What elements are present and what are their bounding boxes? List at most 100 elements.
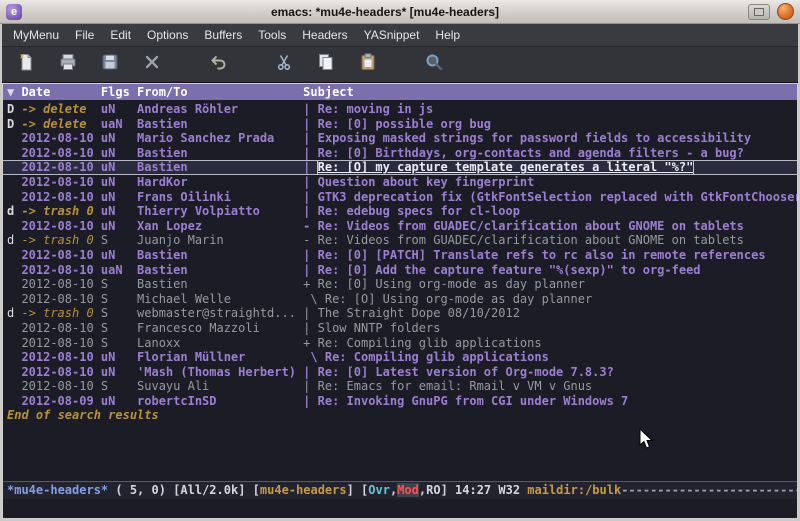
date-cell: 2012-08-10 <box>21 379 100 394</box>
flags-cell: uN <box>101 190 137 205</box>
from-cell: webmaster@straightd... <box>137 306 303 321</box>
date-cell: 2012-08-10 <box>21 146 100 161</box>
modeline-segment: ( 5, 0) [All/2.0k] <box>108 483 253 497</box>
flags-cell: uN <box>101 350 137 365</box>
mark-cell <box>7 292 21 307</box>
subject-cell: Re: edebug specs for cl-loop <box>318 204 520 219</box>
mark-cell: d <box>7 204 21 219</box>
message-row[interactable]: d-> trash 0uNThierry Volpiatto| Re: edeb… <box>3 204 797 219</box>
from-cell: Suvayu Ali <box>137 379 303 394</box>
thread-indicator: | <box>303 117 317 132</box>
subject-cell: Re: moving in js <box>318 102 434 117</box>
print-button[interactable] <box>52 51 84 79</box>
message-row[interactable]: 2012-08-10uNFrans Oilinki| GTK3 deprecat… <box>3 190 797 205</box>
flags-cell: uN <box>101 219 137 234</box>
subject-cell: Re: Videos from GUADEC/clarification abo… <box>318 219 744 234</box>
mark-cell: d <box>7 233 21 248</box>
emacs-frame: ▼ Date Flgs From/To Subject D-> deleteuN… <box>2 83 798 519</box>
mark-cell <box>7 350 21 365</box>
save-button[interactable] <box>94 51 126 79</box>
message-row[interactable]: D-> deleteuNAndreas Röhler| Re: moving i… <box>3 102 797 117</box>
menu-help[interactable]: Help <box>427 24 468 46</box>
toolbar-separator <box>178 47 192 82</box>
message-row[interactable]: 2012-08-10uNBastien| Re: [O] my capture … <box>3 160 797 175</box>
column-header-flags[interactable]: Flgs <box>101 84 137 100</box>
menu-options[interactable]: Options <box>139 24 196 46</box>
from-cell: Bastien <box>137 117 303 132</box>
menu-buffers[interactable]: Buffers <box>196 24 250 46</box>
thread-indicator: \ <box>303 292 325 307</box>
menu-tools[interactable]: Tools <box>250 24 294 46</box>
message-row[interactable]: 2012-08-10uNBastien| Re: [0] [PATCH] Tra… <box>3 248 797 263</box>
subject-cell: Re: Emacs for email: Rmail v VM v Gnus <box>318 379 593 394</box>
subject-cell: Re: [O] my capture template generates a … <box>318 160 694 175</box>
message-row[interactable]: 2012-08-10uN'Mash (Thomas Herbert)| Re: … <box>3 365 797 380</box>
message-row[interactable]: 2012-08-10uNXan Lopez- Re: Videos from G… <box>3 219 797 234</box>
modeline-segment: ----------------------------------------… <box>621 483 797 497</box>
close-button[interactable] <box>136 51 168 79</box>
modeline-segment: ,RO] <box>419 483 455 497</box>
date-cell: 2012-08-10 <box>21 292 100 307</box>
column-header-date[interactable]: Date <box>21 84 100 100</box>
flags-cell: S <box>101 292 137 307</box>
message-row[interactable]: 2012-08-10SBastien+ Re: [0] Using org-mo… <box>3 277 797 292</box>
undo-button[interactable] <box>202 51 234 79</box>
from-cell: robertcInSD <box>137 394 303 409</box>
paste-button[interactable] <box>352 51 384 79</box>
date-cell: -> delete <box>21 117 100 132</box>
message-row[interactable]: 2012-08-10uNBastien| Re: [0] Birthdays, … <box>3 146 797 161</box>
message-row[interactable]: D-> deleteuaNBastien| Re: [0] possible o… <box>3 117 797 132</box>
thread-indicator: | <box>303 306 317 321</box>
date-cell: 2012-08-10 <box>21 365 100 380</box>
close-button[interactable] <box>777 3 794 20</box>
message-row[interactable]: 2012-08-10SSuvayu Ali| Re: Emacs for ema… <box>3 379 797 394</box>
subject-cell: Re: [0] Birthdays, org-contacts and agen… <box>318 146 744 161</box>
maximize-button[interactable] <box>748 4 770 20</box>
message-row[interactable]: d-> trash 0SJuanjo Marin- Re: Videos fro… <box>3 233 797 248</box>
cut-button[interactable] <box>268 51 300 79</box>
end-of-results-text: End of search results <box>3 408 797 423</box>
mark-cell <box>7 263 21 278</box>
message-row[interactable]: 2012-08-10uNHardKor| Question about key … <box>3 175 797 190</box>
modeline-segment: [ <box>253 483 260 497</box>
save-icon <box>100 52 120 77</box>
flags-cell: uN <box>101 175 137 190</box>
message-row[interactable]: 2012-08-10SMichael Welle \ Re: [O] Using… <box>3 292 797 307</box>
column-header-subject[interactable]: Subject <box>303 84 354 100</box>
mode-line[interactable]: *mu4e-headers* ( 5, 0) [All/2.0k] [mu4e-… <box>3 481 797 499</box>
thread-indicator: | <box>303 190 317 205</box>
message-row[interactable]: d-> trash 0Swebmaster@straightd...| The … <box>3 306 797 321</box>
from-cell: Francesco Mazzoli <box>137 321 303 336</box>
mark-cell <box>7 321 21 336</box>
message-row[interactable]: 2012-08-10uaNBastien| Re: [0] Add the ca… <box>3 263 797 278</box>
mark-cell: D <box>7 102 21 117</box>
message-row[interactable]: 2012-08-10SFrancesco Mazzoli| Slow NNTP … <box>3 321 797 336</box>
thread-indicator: | <box>303 160 317 175</box>
subject-cell: Question about key fingerprint <box>318 175 535 190</box>
menu-edit[interactable]: Edit <box>102 24 139 46</box>
date-cell: 2012-08-10 <box>21 190 100 205</box>
new-file-button[interactable] <box>10 51 42 79</box>
menu-headers[interactable]: Headers <box>294 24 355 46</box>
message-row[interactable]: 2012-08-10uNMario Sanchez Prada| Exposin… <box>3 131 797 146</box>
thread-indicator: | <box>303 102 317 117</box>
from-cell: 'Mash (Thomas Herbert) <box>137 365 303 380</box>
column-header-from[interactable]: From/To <box>137 84 303 100</box>
subject-cell: Re: [0] Using org-mode as day planner <box>318 277 585 292</box>
from-cell: Michael Welle <box>137 292 303 307</box>
menu-yasnippet[interactable]: YASnippet <box>356 24 428 46</box>
search-button[interactable] <box>418 51 450 79</box>
message-row[interactable]: 2012-08-10uNFlorian Müllner \ Re: Compil… <box>3 350 797 365</box>
subject-cell: Re: Invoking GnuPG from CGI under Window… <box>318 394 629 409</box>
flags-cell: uN <box>101 204 137 219</box>
message-row[interactable]: 2012-08-10SLanoxx+ Re: Compiling glib ap… <box>3 336 797 351</box>
mark-cell <box>7 248 21 263</box>
subject-cell: Exposing masked strings for password fie… <box>318 131 751 146</box>
flags-cell: uN <box>101 160 137 175</box>
menu-file[interactable]: File <box>67 24 102 46</box>
date-cell: 2012-08-10 <box>21 321 100 336</box>
copy-button[interactable] <box>310 51 342 79</box>
menu-mymenu[interactable]: MyMenu <box>5 24 67 46</box>
titlebar: e emacs: *mu4e-headers* [mu4e-headers] <box>0 0 800 24</box>
message-row[interactable]: 2012-08-09uNrobertcInSD| Re: Invoking Gn… <box>3 394 797 409</box>
